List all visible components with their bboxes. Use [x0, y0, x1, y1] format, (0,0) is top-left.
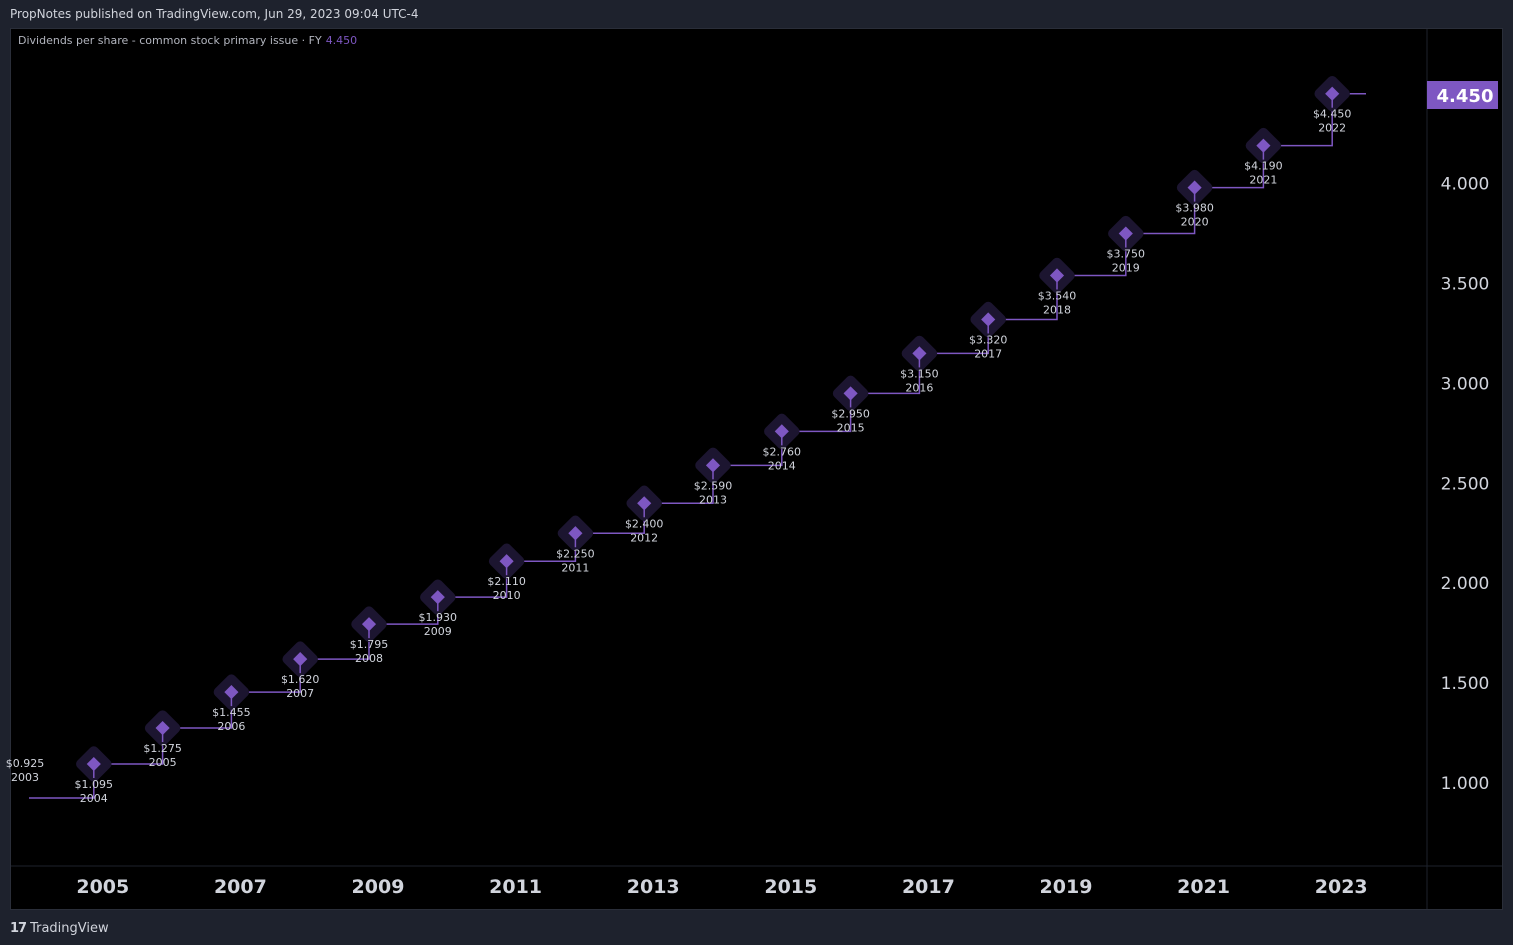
data-point[interactable]: $2.9502015 [831, 374, 871, 435]
x-tick-label: 2019 [1040, 876, 1093, 898]
x-tick-label: 2007 [214, 876, 267, 898]
point-year-label: 2004 [80, 792, 108, 805]
point-value-label: $3.540 [1038, 290, 1077, 303]
point-year-label: 2017 [974, 347, 1002, 360]
point-value-label: $3.750 [1107, 248, 1146, 261]
point-year-label: 2003 [11, 771, 39, 784]
x-tick-label: 2021 [1177, 876, 1230, 898]
point-year-label: 2006 [217, 720, 245, 733]
point-value-label: $2.110 [487, 575, 526, 588]
point-value-label: $3.150 [900, 367, 939, 380]
point-year-label: 2022 [1318, 122, 1346, 135]
point-value-label: $3.320 [969, 333, 1008, 346]
data-point[interactable]: $2.7602014 [762, 412, 802, 473]
data-point[interactable]: $1.2752005 [143, 708, 183, 769]
point-value-label: $1.795 [350, 638, 389, 651]
data-point[interactable]: $3.1502016 [900, 334, 940, 395]
x-tick-label: 2015 [764, 876, 817, 898]
data-point[interactable]: $1.4552006 [212, 672, 252, 733]
x-tick-label: 2013 [627, 876, 680, 898]
point-year-label: 2011 [561, 561, 589, 574]
data-point[interactable]: $1.9302009 [418, 577, 458, 638]
point-value-label: $2.590 [694, 479, 733, 492]
data-point[interactable]: $0.9252003 [6, 757, 45, 784]
point-value-label: $1.620 [281, 673, 320, 686]
point-year-label: 2013 [699, 493, 727, 506]
point-value-label: $1.275 [143, 742, 182, 755]
point-value-label: $1.095 [75, 778, 114, 791]
price-badge: 4.450 [1427, 81, 1498, 109]
x-tick-label: 2005 [76, 876, 129, 898]
point-year-label: 2009 [424, 625, 452, 638]
point-year-label: 2005 [149, 756, 177, 769]
point-value-label: $2.250 [556, 547, 595, 560]
point-value-label: $1.455 [212, 706, 251, 719]
x-tick-label: 2011 [489, 876, 542, 898]
point-year-label: 2014 [768, 459, 796, 472]
data-point[interactable]: $3.5402018 [1037, 256, 1077, 317]
data-point[interactable]: $1.6202007 [280, 639, 320, 700]
point-value-label: $4.190 [1244, 160, 1283, 173]
y-tick-label: 1.500 [1441, 674, 1490, 694]
point-value-label: $3.980 [1175, 202, 1214, 215]
point-year-label: 2019 [1112, 262, 1140, 275]
data-point[interactable]: $3.3202017 [968, 300, 1008, 361]
price-badge-text: 4.450 [1437, 86, 1494, 107]
series-layer: $0.9252003 $1.0952004 $1.2752005 $1.4552006… [6, 74, 1366, 805]
footer-brand-text: TradingView [30, 920, 109, 936]
data-point[interactable]: $2.5902013 [693, 446, 733, 507]
tradingview-logo-icon: 17 [10, 920, 27, 936]
x-tick-label: 2023 [1315, 876, 1368, 898]
data-point[interactable]: $2.4002012 [624, 483, 664, 544]
point-value-label: $2.400 [625, 517, 664, 530]
point-value-label: $1.930 [419, 611, 458, 624]
data-point[interactable]: $2.1102010 [487, 541, 527, 602]
point-year-label: 2007 [286, 687, 314, 700]
point-year-label: 2010 [493, 589, 521, 602]
point-year-label: 2016 [905, 381, 933, 394]
data-point[interactable]: $3.9802020 [1175, 168, 1215, 229]
point-value-label: $2.760 [763, 445, 802, 458]
point-year-label: 2018 [1043, 304, 1071, 317]
data-point[interactable]: $4.4502022 [1312, 74, 1352, 135]
series-legend[interactable]: Dividends per share - common stock prima… [18, 34, 357, 47]
legend-title: Dividends per share - common stock prima… [18, 34, 322, 47]
x-tick-label: 2017 [902, 876, 955, 898]
data-point[interactable]: $3.7502019 [1106, 214, 1146, 275]
y-tick-label: 2.000 [1441, 574, 1490, 594]
chart-svg[interactable]: $0.9252003$1.0952004$1.2752005$1.4552006… [0, 0, 1513, 945]
point-year-label: 2021 [1249, 174, 1277, 187]
point-value-label: $2.950 [831, 407, 870, 420]
y-axis[interactable]: 1.000 1.500 2.000 2.500 3.000 3.500 4.000 [1441, 175, 1490, 794]
data-point[interactable]: $2.2502011 [556, 513, 596, 574]
x-axis[interactable]: 2005 2007 2009 2011 2013 2015 2017 2019 2021 2023 [76, 876, 1367, 898]
y-tick-label: 3.500 [1441, 275, 1490, 295]
y-tick-label: 3.000 [1441, 374, 1490, 394]
legend-value: 4.450 [325, 34, 358, 47]
data-point[interactable]: $4.1902021 [1244, 126, 1284, 187]
data-point[interactable]: $1.0952004 [74, 744, 114, 805]
point-year-label: 2012 [630, 531, 658, 544]
y-tick-label: 2.500 [1441, 474, 1490, 494]
point-value-label: $4.450 [1313, 108, 1352, 121]
point-value-label: $0.925 [6, 757, 45, 770]
point-year-label: 2020 [1181, 216, 1209, 229]
point-year-label: 2015 [837, 421, 865, 434]
y-tick-label: 1.000 [1441, 774, 1490, 794]
footer-brand[interactable]: 17 TradingView [10, 918, 109, 938]
point-year-label: 2008 [355, 652, 383, 665]
y-tick-label: 4.000 [1441, 175, 1490, 195]
x-tick-label: 2009 [352, 876, 405, 898]
data-point[interactable]: $1.7952008 [349, 604, 389, 665]
